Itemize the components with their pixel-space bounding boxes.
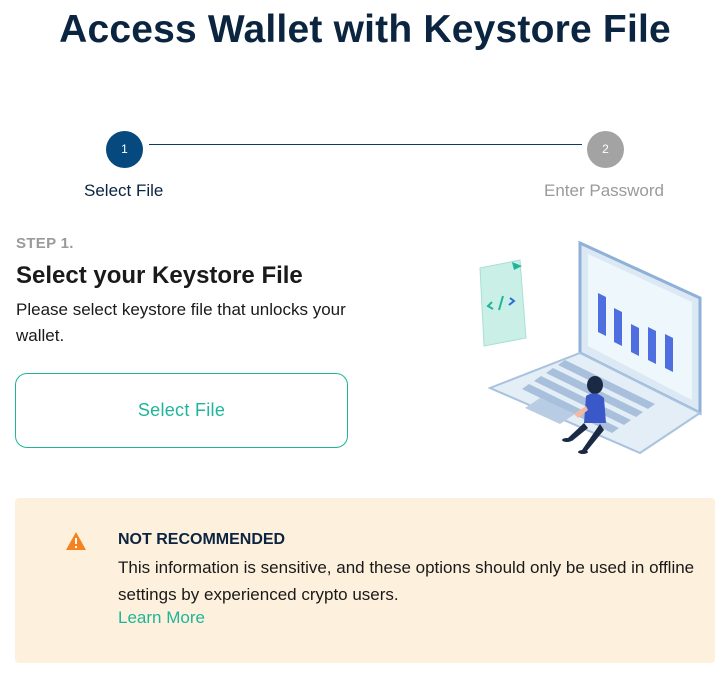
code-card-icon — [479, 259, 527, 347]
step-eyebrow: STEP 1. — [16, 235, 74, 252]
step-2-indicator: 2 — [587, 131, 624, 168]
warning-text: This information is sensitive, and these… — [118, 558, 695, 604]
laptop-person-illustration — [479, 240, 702, 455]
warning-title: NOT RECOMMENDED — [118, 531, 286, 548]
stepper: 1 2 Select File Enter Password — [0, 131, 725, 211]
step-1-label: Select File — [84, 181, 164, 200]
stepper-connector-line — [149, 144, 582, 145]
warning-box: NOT RECOMMENDED This information is sens… — [15, 498, 715, 663]
page-title: Access Wallet with Keystore File — [59, 8, 671, 51]
step-2-label: Enter Password — [544, 181, 664, 200]
section-description: Please select keystore file that unlocks… — [16, 300, 346, 345]
access-wallet-page: Access Wallet with Keystore File 1 2 Sel… — [0, 0, 725, 682]
step-1-indicator: 1 — [106, 131, 143, 168]
warning-triangle-icon — [66, 532, 86, 550]
select-file-button[interactable]: Select File — [15, 373, 348, 448]
learn-more-link[interactable]: Learn More — [118, 608, 205, 628]
section-title: Select your Keystore File — [16, 262, 303, 289]
